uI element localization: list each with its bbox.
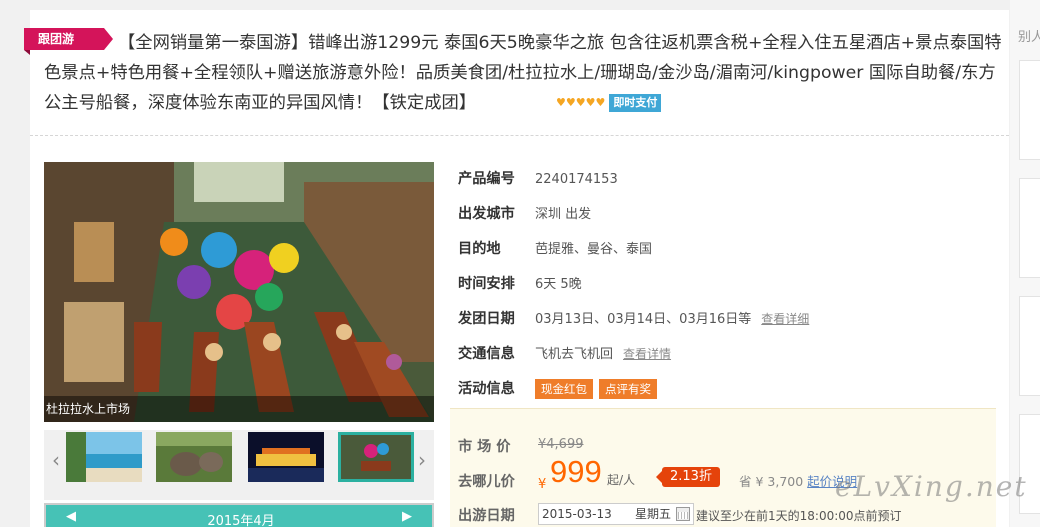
price-box: 市 场 价 ¥4,699 去哪儿价 ¥ 999 起/人 2.13折 省 ¥ 3,…: [450, 408, 996, 527]
info-label: 活动信息: [458, 381, 515, 397]
chevron-right-icon[interactable]: ›: [418, 448, 426, 472]
destination: 芭提雅、曼谷、泰国: [535, 242, 653, 257]
elephant-image: [156, 432, 232, 482]
info-row-promo: 活动信息 现金红包 点评有奖: [458, 379, 663, 399]
product-panel: 跟团游 【全网销量第一泰国游】错峰出游1299元 泰国6天5晚豪华之旅 包含往返…: [24, 10, 1009, 527]
traffic-detail-link[interactable]: 查看详情: [623, 347, 671, 361]
sidebar-card[interactable]: [1019, 60, 1040, 160]
info-label: 交通信息: [458, 346, 515, 362]
product-title: 【全网销量第一泰国游】错峰出游1299元 泰国6天5晚豪华之旅 包含往返机票含税…: [44, 28, 1004, 118]
thumbnail-strip: ‹ ›: [44, 430, 434, 500]
sidebar-card[interactable]: [1019, 178, 1040, 278]
travel-date-label: 出游日期: [458, 508, 515, 524]
qunar-price-label: 去哪儿价: [458, 474, 515, 490]
info-label: 发团日期: [458, 311, 515, 327]
info-row-traffic: 交通信息 飞机去飞机回 查看详情: [458, 344, 671, 364]
currency-symbol: ¥: [538, 477, 547, 492]
calendar-month: 2015年4月: [207, 514, 275, 527]
info-label: 产品编号: [458, 171, 515, 187]
photo-caption: 杜拉拉水上市场: [44, 396, 434, 422]
market-price-label: 市 场 价: [458, 439, 511, 455]
departure-dates: 03月13日、03月14日、03月16日等: [535, 312, 752, 327]
market-price: ¥4,699: [538, 437, 584, 452]
travel-weekday: 星期五: [634, 507, 671, 521]
info-row-dates: 发团日期 03月13日、03月14日、03月16日等 查看详细: [458, 309, 809, 329]
product-code: 2240174153: [535, 172, 618, 187]
sidebar-card[interactable]: [1019, 296, 1040, 396]
info-label: 出发城市: [458, 206, 515, 222]
cash-coupon-badge[interactable]: 现金红包: [535, 379, 593, 399]
info-row-dest: 目的地 芭提雅、曼谷、泰国: [458, 239, 652, 259]
thumbnail-elephant[interactable]: [156, 432, 232, 482]
floating-market-image: [44, 162, 434, 422]
rating-stars-icon: ♥♥♥♥♥: [556, 96, 606, 109]
calendar-icon[interactable]: [676, 507, 690, 521]
main-photo[interactable]: 杜拉拉水上市场: [44, 162, 434, 422]
travel-date-input[interactable]: 2015-03-13 星期五: [538, 503, 694, 525]
info-label: 目的地: [458, 241, 501, 257]
price-unit: 起/人: [607, 473, 636, 487]
title-area: 跟团游 【全网销量第一泰国游】错峰出游1299元 泰国6天5晚豪华之旅 包含往返…: [24, 10, 1009, 136]
calendar-header: ◀ 2015年4月 ▶: [44, 503, 434, 527]
thumbnail-beach[interactable]: [66, 432, 142, 482]
info-row-time: 时间安排 6天 5晚: [458, 274, 582, 294]
instant-pay-badge: 即时支付: [609, 94, 662, 112]
discount-badge: 2.13折: [656, 467, 720, 487]
chevron-left-icon[interactable]: ‹: [52, 448, 60, 472]
savings-amount: 省 ¥ 3,700: [739, 474, 804, 489]
duration: 6天 5晚: [535, 277, 582, 292]
thumbnail-night-cruise[interactable]: [248, 432, 324, 482]
price-amount: 999: [550, 454, 602, 489]
departure-city: 深圳 出发: [535, 207, 592, 222]
booking-hint: 建议至少在前1天的18:00:00点前预订: [696, 509, 902, 523]
floating-market-thumb-image: [341, 435, 411, 479]
sidebar-label: 别人: [1018, 30, 1040, 45]
calendar-next-icon[interactable]: ▶: [402, 509, 412, 524]
dates-detail-link[interactable]: 查看详细: [761, 312, 809, 326]
watermark-logo: eLvXing.net: [835, 470, 1028, 503]
traffic-info: 飞机去飞机回: [535, 347, 614, 362]
beach-image: [66, 432, 142, 482]
review-reward-badge[interactable]: 点评有奖: [599, 379, 657, 399]
info-row-city: 出发城市 深圳 出发: [458, 204, 591, 224]
info-row-code: 产品编号 2240174153: [458, 169, 618, 189]
travel-date-value: 2015-03-13: [542, 507, 612, 521]
info-label: 时间安排: [458, 276, 515, 292]
page: 别人 跟团游 【全网销量第一泰国游】错峰出游1299元 泰国6天5晚豪华之旅 包…: [0, 0, 1040, 527]
night-cruise-image: [248, 432, 324, 482]
thumbnail-floating-market[interactable]: [338, 432, 414, 482]
right-sidebar: 别人: [1010, 0, 1040, 527]
